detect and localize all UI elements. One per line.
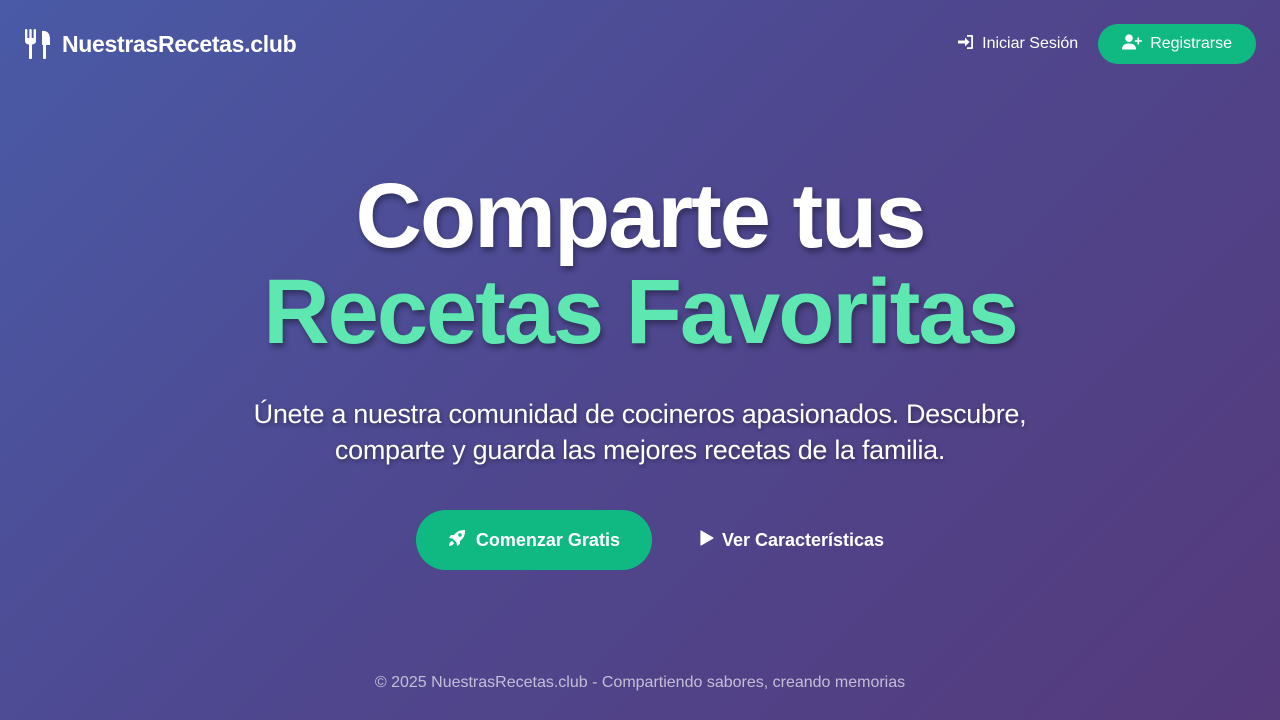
hero-subtitle-line2: comparte y guarda las mejores recetas de… xyxy=(334,435,946,465)
register-button[interactable]: Registrarse xyxy=(1098,24,1256,64)
user-plus-icon xyxy=(1122,33,1142,55)
rocket-icon xyxy=(448,529,466,552)
login-link[interactable]: Iniciar Sesión xyxy=(958,34,1078,55)
footer-copyright: © 2025 NuestrasRecetas.club - Compartien… xyxy=(374,674,906,691)
start-free-label: Comenzar Gratis xyxy=(475,529,620,550)
register-label: Registrarse xyxy=(1150,35,1232,52)
login-label: Iniciar Sesión xyxy=(982,35,1079,52)
start-free-button[interactable]: Comenzar Gratis xyxy=(415,510,652,570)
see-features-button[interactable]: Ver Características xyxy=(696,510,888,570)
play-icon xyxy=(700,529,714,551)
nav-actions: Iniciar Sesión Registrarse xyxy=(958,24,1256,64)
hero-subtitle: Únete a nuestra comunidad de cocineros a… xyxy=(190,396,1090,468)
cta-row: Comenzar Gratis Ver Características xyxy=(0,510,1280,570)
utensils-icon xyxy=(24,28,52,60)
sign-in-icon xyxy=(958,34,974,55)
hero-subtitle-line1: Únete a nuestra comunidad de cocineros a… xyxy=(253,399,1027,429)
brand-name: NuestrasRecetas.club xyxy=(62,30,297,57)
hero-title-line1: Comparte tus xyxy=(355,165,927,267)
see-features-label: Ver Características xyxy=(721,529,885,550)
top-nav: NuestrasRecetas.club Iniciar Sesión Regi… xyxy=(0,0,1280,88)
brand-logo-link[interactable]: NuestrasRecetas.club xyxy=(24,28,297,60)
hero-title-line2: Recetas Favoritas xyxy=(263,261,1019,363)
hero-section: Comparte tus Recetas Favoritas Únete a n… xyxy=(0,168,1280,468)
